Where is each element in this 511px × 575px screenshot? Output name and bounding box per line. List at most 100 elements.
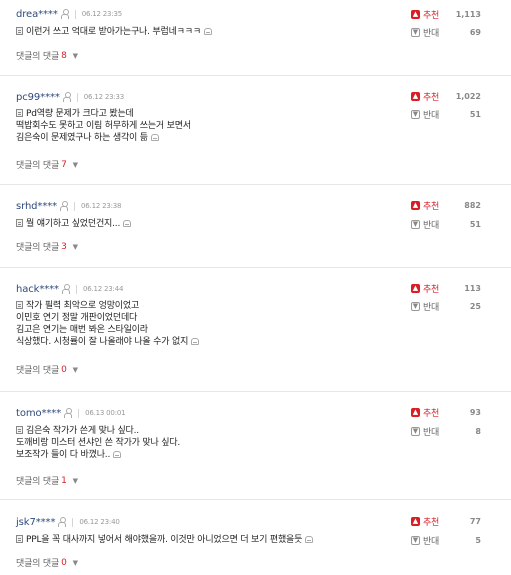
comment-timestamp: 06.12 23:33: [83, 93, 125, 101]
downvote-button[interactable]: ▼ 반대 51: [411, 218, 481, 231]
upvote-button[interactable]: ▲ 추천 1,113: [411, 8, 481, 21]
comment-meta: srhd**** 06.12 23:38: [16, 199, 121, 213]
replies-label: 댓글의 댓글: [16, 477, 60, 487]
upvote-button[interactable]: ▲ 추천 1,022: [411, 90, 481, 103]
upvote-button[interactable]: ▲ 추천 77: [411, 515, 481, 528]
downvote-button[interactable]: ▼ 반대 51: [411, 108, 481, 121]
downvote-count: 69: [469, 27, 481, 37]
chevron-down-icon: ▼: [72, 51, 78, 60]
comment-text: 작가 필력 최악으로 엉망이었고 이민호 연기 정말 개판이었던데다 김고은 연…: [16, 300, 396, 348]
replies-toggle[interactable]: 댓글의 댓글 1 ▼: [16, 474, 78, 488]
thumb-down-icon: ▼: [411, 109, 420, 119]
comment-line: 보조작가 들이 다 바꼈나..: [16, 449, 396, 461]
comment-username[interactable]: drea****: [16, 9, 58, 20]
downvote-count: 25: [469, 301, 481, 311]
comment-line: Pd역량 문제가 크다고 봤는데: [16, 108, 396, 120]
report-icon[interactable]: [113, 451, 122, 458]
comment-line-text: Pd역량 문제가 크다고 봤는데: [26, 109, 134, 119]
replies-toggle[interactable]: 댓글의 댓글 0 ▼: [16, 556, 78, 570]
upvote-label: 추천: [423, 408, 439, 419]
comment-line-text: 뭘 얘기하고 싶었던건지...: [26, 219, 121, 229]
downvote-button[interactable]: ▼ 반대 25: [411, 300, 481, 313]
chevron-down-icon: ▼: [72, 160, 78, 169]
profile-icon: [60, 9, 69, 19]
report-icon[interactable]: [305, 536, 314, 543]
upvote-label: 추천: [423, 92, 439, 103]
comment-username[interactable]: pc99****: [16, 92, 60, 103]
comment-line-text: 이런거 쓰고 억대로 받아가는구나. 부럽네ㅋㅋㅋ: [26, 27, 201, 37]
comment-timestamp: 06.12 23:40: [79, 518, 120, 526]
comment-timestamp: 06.13 00:01: [85, 409, 126, 417]
thumb-up-icon: ▲: [411, 91, 420, 101]
upvote-button[interactable]: ▲ 추천 93: [411, 406, 481, 419]
upvote-count: 1,113: [455, 9, 481, 19]
downvote-count: 51: [469, 109, 481, 119]
comment-line-text: 김은숙이 문제였구나 하는 생각이 듦: [16, 133, 148, 143]
comment-username[interactable]: tomo****: [16, 408, 61, 419]
thumb-down-icon: ▼: [411, 219, 420, 229]
memo-icon: [16, 426, 23, 434]
downvote-label: 반대: [423, 302, 439, 313]
replies-toggle[interactable]: 댓글의 댓글 3 ▼: [16, 240, 78, 254]
comment-line-text: 보조작가 들이 다 바꼈나..: [16, 450, 111, 460]
report-icon[interactable]: [150, 134, 159, 141]
replies-count: 1: [61, 475, 67, 486]
downvote-label: 반대: [423, 536, 439, 547]
comment-list: drea**** 06.12 23:35 이런거 쓰고 억대로 받아가는구나. …: [0, 0, 511, 575]
replies-toggle[interactable]: 댓글의 댓글 7 ▼: [16, 158, 78, 172]
downvote-button[interactable]: ▼ 반대 69: [411, 26, 481, 39]
replies-toggle[interactable]: 댓글의 댓글 8 ▼: [16, 49, 78, 63]
downvote-label: 반대: [423, 427, 439, 438]
divider: [76, 92, 78, 102]
memo-icon: [16, 535, 23, 543]
report-icon[interactable]: [123, 220, 132, 227]
replies-toggle[interactable]: 댓글의 댓글 0 ▼: [16, 363, 78, 377]
comment-line: 김고은 연기는 매번 봐온 스타일이라: [16, 325, 148, 335]
thumb-up-icon: ▲: [411, 407, 420, 417]
comment-meta: tomo**** 06.13 00:01: [16, 406, 126, 420]
divider: [75, 284, 77, 294]
replies-count: 3: [61, 241, 67, 252]
downvote-button[interactable]: ▼ 반대 8: [411, 425, 481, 438]
comment-timestamp: 06.12 23:38: [81, 202, 122, 210]
comment-line: 김은숙이 문제였구나 하는 생각이 듦: [16, 132, 396, 144]
comment-username[interactable]: hack****: [16, 284, 59, 295]
comment-item: jsk7**** 06.12 23:40 PPL을 꼭 대사까지 넣어서 해야했…: [0, 500, 511, 575]
comment-text: 이런거 쓰고 억대로 받아가는구나. 부럽네ㅋㅋㅋ: [16, 26, 396, 38]
replies-label: 댓글의 댓글: [16, 243, 60, 253]
replies-label: 댓글의 댓글: [16, 366, 60, 376]
comment-username[interactable]: jsk7****: [16, 517, 55, 528]
comment-line: 떡밥회수도 못하고 이림 허무하게 쓰는거 보면서: [16, 121, 191, 131]
comment-item: pc99**** 06.12 23:33 Pd역량 문제가 크다고 봤는데 떡밥…: [0, 76, 511, 185]
profile-icon: [58, 517, 67, 527]
comment-line-text: 작가 필력 최악으로 엉망이었고: [26, 301, 140, 311]
comment-timestamp: 06.12 23:44: [82, 285, 124, 293]
profile-icon: [62, 92, 71, 102]
profile-icon: [60, 201, 69, 211]
report-icon[interactable]: [191, 338, 200, 345]
comment-meta: drea**** 06.12 23:35: [16, 7, 122, 21]
memo-icon: [16, 109, 23, 117]
comment-line: 뭘 얘기하고 싶었던건지...: [16, 218, 396, 230]
comment-meta: pc99**** 06.12 23:33: [16, 90, 124, 104]
comment-text: PPL을 꼭 대사까지 넣어서 해야했을까. 이것만 아니었으면 더 보기 편했…: [16, 534, 396, 546]
upvote-label: 추천: [423, 517, 439, 528]
replies-label: 댓글의 댓글: [16, 52, 60, 62]
memo-icon: [16, 219, 23, 227]
downvote-button[interactable]: ▼ 반대 5: [411, 534, 481, 547]
profile-icon: [61, 284, 70, 294]
thumb-up-icon: ▲: [411, 283, 420, 293]
report-icon[interactable]: [203, 28, 212, 35]
comment-line-text: PPL을 꼭 대사까지 넣어서 해야했을까. 이것만 아니었으면 더 보기 편했…: [26, 535, 303, 545]
upvote-button[interactable]: ▲ 추천 882: [411, 199, 481, 212]
thumb-up-icon: ▲: [411, 200, 420, 210]
upvote-label: 추천: [423, 201, 439, 212]
thumb-up-icon: ▲: [411, 516, 420, 526]
upvote-button[interactable]: ▲ 추천 113: [411, 282, 481, 295]
comment-username[interactable]: srhd****: [16, 201, 57, 212]
comment-line: 이런거 쓰고 억대로 받아가는구나. 부럽네ㅋㅋㅋ: [16, 26, 396, 38]
comment-text: 뭘 얘기하고 싶었던건지...: [16, 218, 396, 230]
comment-text: Pd역량 문제가 크다고 봤는데 떡밥회수도 못하고 이림 허무하게 쓰는거 보…: [16, 108, 396, 144]
memo-icon: [16, 301, 23, 309]
comment-item: drea**** 06.12 23:35 이런거 쓰고 억대로 받아가는구나. …: [0, 0, 511, 76]
